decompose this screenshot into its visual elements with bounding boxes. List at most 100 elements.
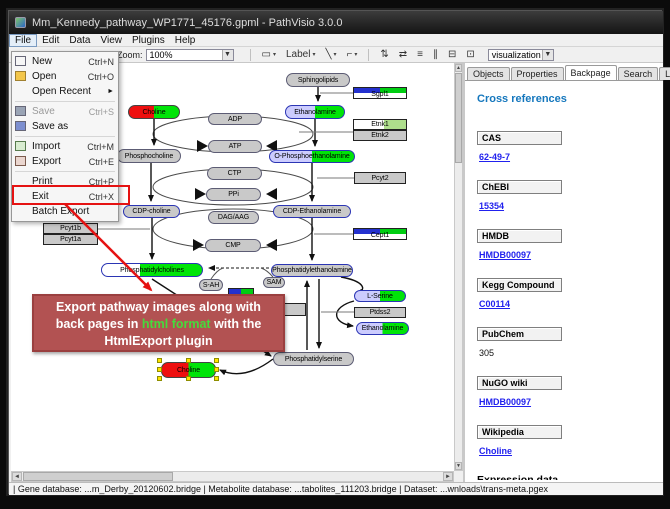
pathway-node-cdp-ethanolamine[interactable]: CDP-Ethanolamine xyxy=(273,205,351,218)
pathway-node-dag-aag[interactable]: DAG/AAG xyxy=(208,211,259,224)
menu-view[interactable]: View xyxy=(95,34,127,47)
selection-handle[interactable] xyxy=(214,376,219,381)
pathway-node-o-phosphoethanolamine[interactable]: O-Phosphoethanolamine xyxy=(269,150,355,163)
scroll-up-icon[interactable]: ▲ xyxy=(455,64,462,72)
pathway-node-phosphatidylcholines[interactable]: Phosphatidylcholines xyxy=(101,263,203,277)
node-label: O-Phosphoethanolamine xyxy=(274,153,349,160)
chevron-down-icon[interactable]: ▾ xyxy=(334,51,337,58)
menu-separator xyxy=(15,136,115,137)
file-menu-item-batch-export[interactable]: Batch Export xyxy=(12,204,118,219)
file-menu-item-save-as[interactable]: Save as xyxy=(12,119,118,134)
file-menu-item-open[interactable]: OpenCtrl+O xyxy=(12,69,118,84)
xref-id-link[interactable]: 15354 xyxy=(479,201,504,211)
tab-search[interactable]: Search xyxy=(618,67,659,80)
xref-source-header: Wikipedia xyxy=(477,425,562,439)
side-panel-tabs: ObjectsPropertiesBackpageSearchLegend xyxy=(467,65,670,80)
pathway-node-ptdss1[interactable] xyxy=(284,303,306,316)
pathway-node-cept1[interactable]: Cept1 xyxy=(353,228,407,240)
canvas-horizontal-scrollbar[interactable]: ◄ ► xyxy=(11,471,454,482)
pathway-node-pcyt1a[interactable]: Pcyt1a xyxy=(43,234,98,245)
menu-plugins[interactable]: Plugins xyxy=(127,34,170,47)
pathway-node-atp[interactable]: ATP xyxy=(208,140,262,153)
scroll-right-icon[interactable]: ► xyxy=(443,472,453,481)
tab-legend[interactable]: Legend xyxy=(659,67,670,80)
pathway-node-sam[interactable]: SAM xyxy=(263,277,285,288)
align-vertical-icon[interactable]: ⇅ xyxy=(378,48,390,62)
xref-id-link[interactable]: HMDB00097 xyxy=(479,397,531,407)
file-menu-item-export[interactable]: ExportCtrl+E xyxy=(12,154,118,169)
menu-edit[interactable]: Edit xyxy=(37,34,64,47)
toolbar-separator xyxy=(250,49,251,61)
file-menu-item-open-recent[interactable]: Open Recent► xyxy=(12,84,118,99)
xref-section-chebi: ChEBI15354 xyxy=(477,180,663,214)
chevron-down-icon[interactable]: ▾ xyxy=(273,51,276,58)
pathway-node-adp[interactable]: ADP xyxy=(208,113,262,125)
pathway-node-ctp[interactable]: CTP xyxy=(207,167,262,180)
pathway-node-ppi[interactable]: PPi xyxy=(206,188,261,201)
pathway-node-ptdss2[interactable]: Ptdss2 xyxy=(354,307,406,318)
pathway-node-ethanolamine-top[interactable]: Ethanolamine xyxy=(285,105,345,119)
datanode-template-icon[interactable]: ▭▾ xyxy=(260,48,278,62)
tab-backpage[interactable]: Backpage xyxy=(565,65,617,80)
stack-horizontal-icon[interactable]: ∥ xyxy=(431,48,440,62)
pathway-node-cdp-choline[interactable]: CDP-choline xyxy=(123,205,180,218)
pathway-node-sgpl1[interactable]: Sgpl1 xyxy=(353,87,407,99)
scroll-left-icon[interactable]: ◄ xyxy=(12,472,22,481)
line-tool-icon[interactable]: ╲▾ xyxy=(323,48,338,62)
pathway-node-phosphocholine[interactable]: Phosphocholine xyxy=(117,149,181,163)
selection-handle[interactable] xyxy=(214,358,219,363)
pathway-node-etnk1[interactable]: Etnk1 xyxy=(353,119,407,130)
expression-data-heading: Expression data xyxy=(477,474,663,480)
selection-handle[interactable] xyxy=(157,367,162,372)
menu-data[interactable]: Data xyxy=(64,34,95,47)
pathway-node-phosphatidylserine[interactable]: Phosphatidylserine xyxy=(273,352,354,366)
stack-vertical-icon: ≡ xyxy=(417,48,423,62)
vertical-scroll-thumb[interactable] xyxy=(455,73,462,163)
zoom-combobox[interactable]: 100% ▼ xyxy=(146,49,234,61)
common-size-icon[interactable]: ⊟ xyxy=(446,48,458,62)
node-label: Phosphocholine xyxy=(125,153,173,160)
xref-id-link[interactable]: Choline xyxy=(479,446,512,456)
tab-objects[interactable]: Objects xyxy=(467,67,510,80)
selection-handle[interactable] xyxy=(186,376,191,381)
pathway-node-etnk2[interactable]: Etnk2 xyxy=(353,130,407,141)
file-menu-item-new[interactable]: NewCtrl+N xyxy=(12,54,118,69)
pathway-node-phosphatidylethanolamine[interactable]: Phosphatidylethanolamine xyxy=(271,264,353,277)
canvas-vertical-scrollbar[interactable]: ▲ ▼ xyxy=(454,63,463,471)
connector-tool-icon[interactable]: ⌐▾ xyxy=(345,48,360,62)
node-label: Pcyt2 xyxy=(371,175,388,182)
visualization-combobox[interactable]: visualization ▼ xyxy=(488,49,554,61)
selection-handle[interactable] xyxy=(157,358,162,363)
pathway-node-s-ah[interactable]: S-AH xyxy=(199,279,223,291)
layout-icon[interactable]: ⊡ xyxy=(464,48,476,62)
horizontal-scroll-thumb[interactable] xyxy=(23,472,173,481)
node-label: ATP xyxy=(229,143,242,150)
stack-vertical-icon[interactable]: ≡ xyxy=(415,48,425,62)
xref-id-link[interactable]: HMDB00097 xyxy=(479,250,531,260)
menu-file[interactable]: File xyxy=(9,34,37,47)
chevron-down-icon[interactable]: ▼ xyxy=(542,50,553,60)
pathway-node-pcyt2[interactable]: Pcyt2 xyxy=(354,172,406,184)
chevron-down-icon[interactable]: ▾ xyxy=(312,51,315,58)
menu-help[interactable]: Help xyxy=(170,34,201,47)
selection-handle[interactable] xyxy=(157,376,162,381)
tab-properties[interactable]: Properties xyxy=(511,67,564,80)
label-tool[interactable]: Label▾ xyxy=(284,48,317,62)
chevron-down-icon[interactable]: ▾ xyxy=(354,51,357,58)
xref-id-link[interactable]: C00114 xyxy=(479,299,510,309)
pathway-node-cmp[interactable]: CMP xyxy=(205,239,261,252)
selection-handle[interactable] xyxy=(186,358,191,363)
pathway-node-pcyt1b[interactable]: Pcyt1b xyxy=(43,223,98,234)
align-horizontal-icon[interactable]: ⇄ xyxy=(397,48,409,62)
node-label: Ethanolamine xyxy=(294,109,336,116)
file-menu-item-import[interactable]: ImportCtrl+M xyxy=(12,139,118,154)
pathway-node-sphingolipids[interactable]: Sphingolipids xyxy=(286,73,350,87)
menu-separator xyxy=(15,101,115,102)
pathway-node-ethanolamine-bottom[interactable]: Ethanolamine xyxy=(356,322,409,335)
xref-id-link[interactable]: 62-49-7 xyxy=(479,152,510,162)
scroll-down-icon[interactable]: ▼ xyxy=(455,462,462,470)
chevron-down-icon[interactable]: ▼ xyxy=(222,50,233,60)
pathway-node-choline-top[interactable]: Choline xyxy=(128,105,180,119)
pathway-node-l-serine[interactable]: L-Serine xyxy=(354,290,406,302)
selection-handle[interactable] xyxy=(214,367,219,372)
